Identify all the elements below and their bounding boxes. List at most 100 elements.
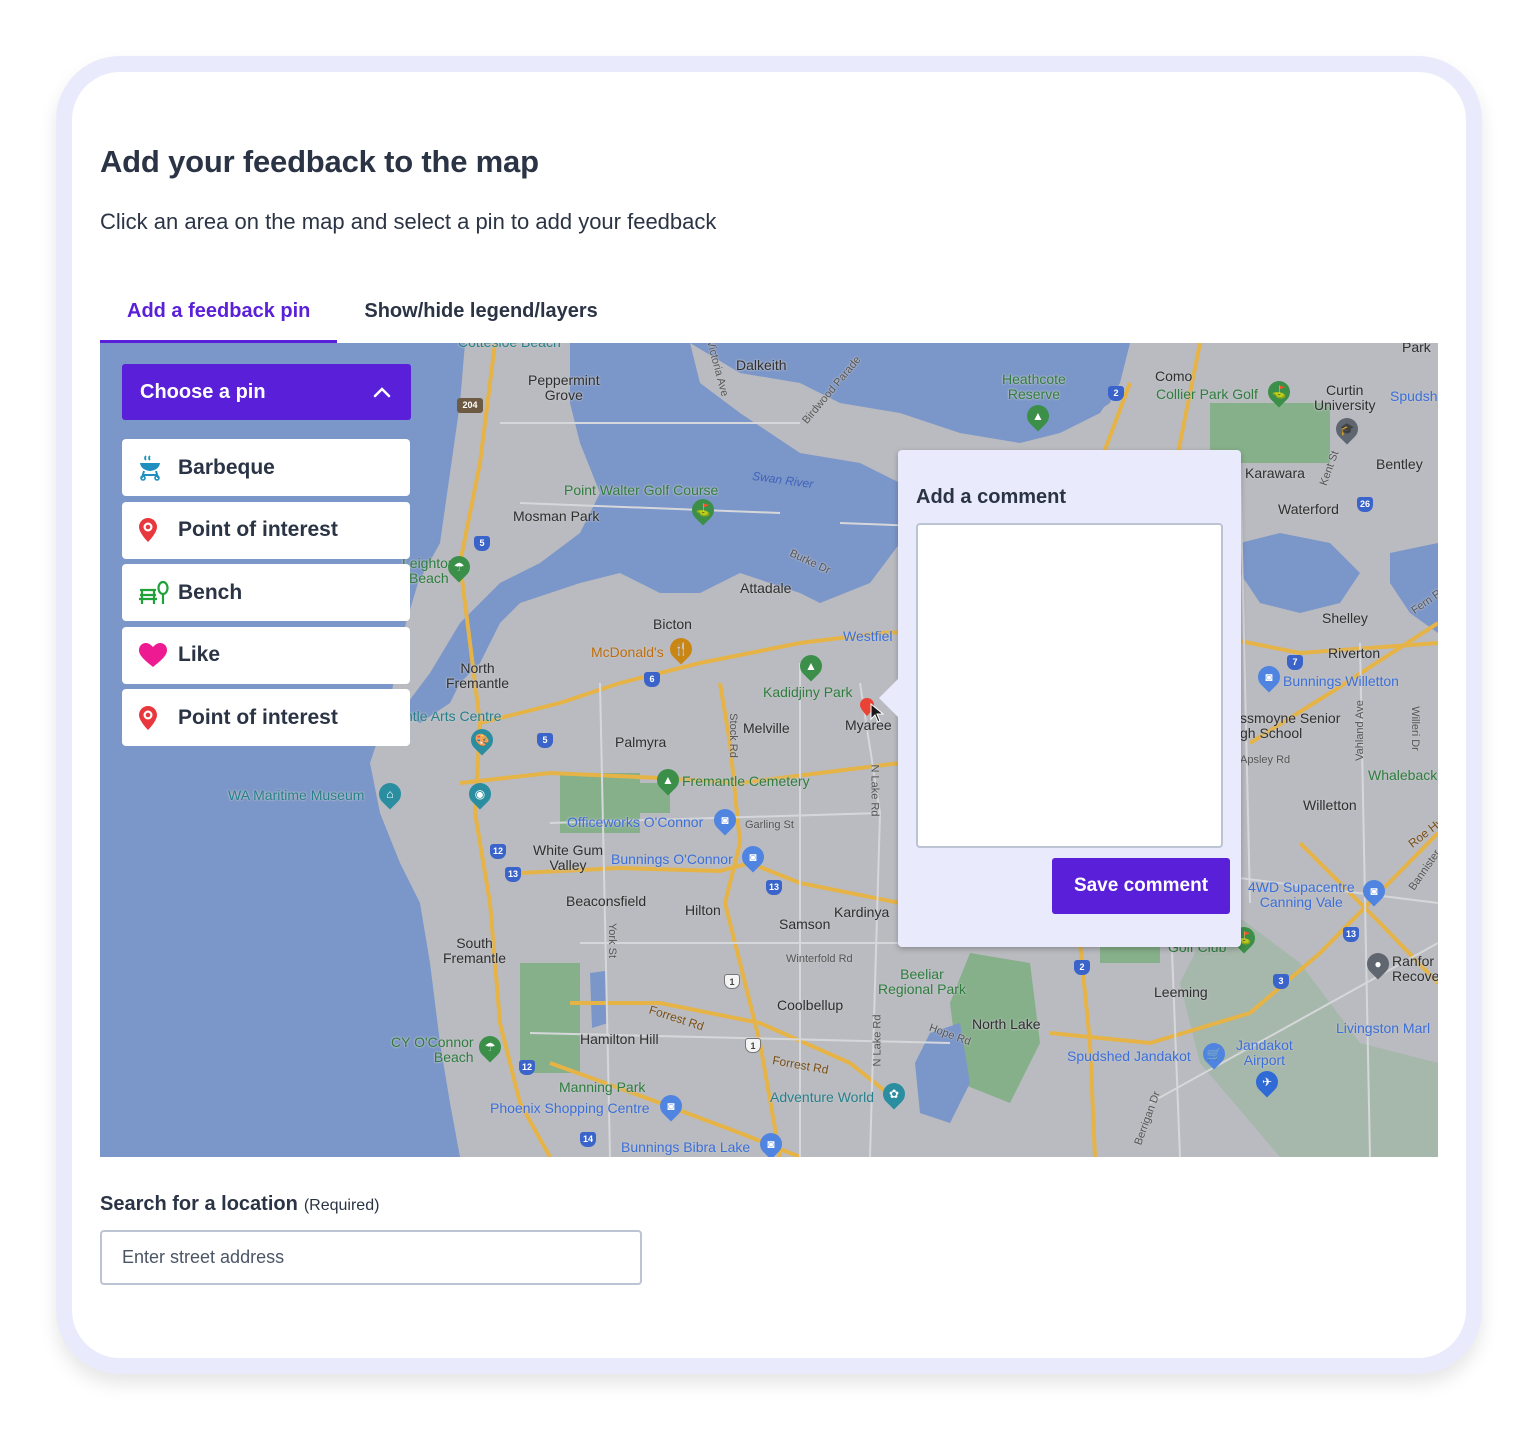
map-label: Westfiel [843, 628, 893, 644]
shopping-poi-icon[interactable]: ◙ [1358, 875, 1390, 907]
route-shield: 26 [1357, 497, 1373, 512]
golf-poi-icon[interactable]: ⛳ [687, 494, 719, 526]
map-pin-icon [138, 704, 178, 732]
heart-icon [138, 641, 178, 669]
map-label: Spudshed Jandakot [1067, 1048, 1191, 1064]
choose-pin-label: Choose a pin [140, 381, 266, 403]
comment-popup: Add a comment Save comment [879, 450, 1241, 947]
map[interactable]: Cottesloe Beach Peppermint Grove Dalkeit… [100, 343, 1438, 1157]
map-label: Cottesloe Beach [458, 343, 561, 350]
pin-option-point-of-interest[interactable]: Point of interest [122, 689, 410, 746]
map-label: Bunnings Willetton [1283, 673, 1399, 689]
tab-add-feedback-pin[interactable]: Add a feedback pin [100, 286, 338, 343]
chevron-up-icon [373, 387, 391, 398]
pin-option-barbeque[interactable]: Barbeque [122, 439, 410, 496]
comment-textarea[interactable] [916, 523, 1223, 848]
barbeque-icon [138, 454, 178, 482]
shopping-poi-icon[interactable]: ◙ [655, 1090, 687, 1122]
map-label: Palmyra [615, 734, 667, 750]
page-subtitle: Click an area on the map and select a pi… [100, 209, 717, 234]
map-label: Beeliar Regional Park [878, 966, 966, 997]
comment-popup-title: Add a comment [916, 486, 1067, 508]
theme-park-poi-icon[interactable]: ✿ [878, 1078, 910, 1110]
search-location-label-text: Search for a location [100, 1193, 298, 1215]
place-poi-icon[interactable]: ● [1362, 948, 1394, 980]
search-location-input[interactable] [100, 1230, 642, 1285]
route-shield: 12 [490, 844, 506, 859]
page-title: Add your feedback to the map [100, 144, 539, 179]
map-label: North Fremantle [446, 660, 510, 691]
map-label: 4WD Supacentre Canning Vale [1248, 879, 1355, 910]
map-label: ssmoyne Senior gh School [1240, 710, 1341, 741]
shopping-cart-poi-icon[interactable]: 🛒 [1198, 1038, 1230, 1070]
route-shield: 1 [745, 1038, 761, 1053]
map-label: Adventure World [770, 1089, 875, 1105]
map-label: Willeri Dr [1408, 706, 1421, 751]
map-label: Shelley [1322, 610, 1368, 626]
pin-option-bench[interactable]: Bench [122, 564, 410, 621]
map-label: Myaree [845, 717, 892, 733]
pin-option-like[interactable]: Like [122, 626, 410, 684]
map-label: Samson [779, 916, 831, 932]
map-label: Officeworks O'Connor [567, 814, 704, 830]
map-label: Como [1155, 368, 1193, 384]
map-label: Winterfold Rd [786, 953, 853, 965]
shopping-poi-icon[interactable]: ◙ [737, 841, 769, 873]
tab-show-hide-legend-layers[interactable]: Show/hide legend/layers [337, 286, 624, 343]
route-shield: 12 [519, 1060, 535, 1075]
map-label: Melville [743, 720, 790, 736]
choose-pin-dropdown[interactable]: Choose a pin [122, 364, 411, 420]
beach-poi-icon[interactable]: ☂ [443, 551, 475, 583]
map-label: South Fremantle [443, 935, 507, 966]
route-shield: 6 [644, 672, 660, 687]
museum-poi-icon[interactable]: ⌂ [374, 778, 406, 810]
map-label: CY O'Connor Beach [391, 1034, 474, 1065]
map-label: Kadidjiny Park [763, 684, 853, 700]
beach-poi-icon[interactable]: ☂ [474, 1031, 506, 1063]
map-label: Point Walter Golf Course [564, 482, 719, 498]
map-label: Apsley Rd [1240, 754, 1291, 766]
canning-river-2 [1390, 543, 1438, 633]
map-label: Garling St [745, 819, 794, 831]
restaurant-poi-icon[interactable]: 🍴 [665, 633, 697, 665]
airport-poi-icon[interactable]: ✈ [1251, 1066, 1283, 1098]
pin-option-label: Point of interest [178, 518, 338, 541]
cemetery-poi-icon[interactable]: ▲ [652, 764, 684, 796]
shopping-poi-icon[interactable]: ◙ [709, 804, 741, 836]
map-label: Manning Park [559, 1079, 646, 1095]
map-label: Riverton [1328, 645, 1381, 661]
route-shield: 14 [580, 1132, 596, 1147]
map-label: Vahland Ave [1353, 700, 1366, 761]
arts-poi-icon[interactable]: 🎨 [466, 724, 498, 756]
route-shield: 2 [1108, 386, 1124, 401]
map-label: Curtin University [1314, 382, 1376, 413]
map-label: Phoenix Shopping Centre [490, 1100, 650, 1116]
map-label: Mosman Park [513, 508, 600, 524]
camera-poi-icon[interactable]: ◉ [464, 778, 496, 810]
map-label: WA Maritime Museum [228, 787, 365, 803]
map-label: Spudsh [1390, 388, 1438, 404]
map-label: Willetton [1303, 797, 1357, 813]
route-shield: 13 [505, 867, 521, 882]
map-label: N Lake Rd [868, 764, 881, 817]
tab-bar: Add a feedback pin Show/hide legend/laye… [100, 286, 625, 343]
map-pin-icon [138, 516, 178, 544]
map-label: Hamilton Hill [580, 1031, 659, 1047]
pin-option-label: Barbeque [178, 455, 275, 479]
map-label: Whaleback [1368, 767, 1438, 783]
park-poi-icon[interactable]: ▲ [1022, 400, 1054, 432]
university-poi-icon[interactable]: 🎓 [1331, 413, 1363, 445]
map-label: Collier Park Golf [1156, 386, 1258, 402]
pin-option-point-of-interest[interactable]: Point of interest [122, 501, 410, 559]
shopping-poi-icon[interactable]: ◙ [1253, 661, 1285, 693]
golf-poi-icon[interactable]: ⛳ [1263, 376, 1295, 408]
pin-options-list: Barbeque Point of interest Bench Like Po… [122, 439, 410, 752]
park-poi-icon[interactable]: ▲ [795, 650, 827, 682]
park [520, 963, 580, 1073]
map-label: Leeming [1154, 984, 1208, 1000]
shopping-poi-icon[interactable]: ◙ [755, 1128, 787, 1157]
route-shield: 5 [537, 733, 553, 748]
save-comment-button[interactable]: Save comment [1052, 858, 1230, 914]
map-label: Bunnings O'Connor [611, 851, 733, 867]
map-label: ntle Arts Centre [405, 708, 502, 724]
